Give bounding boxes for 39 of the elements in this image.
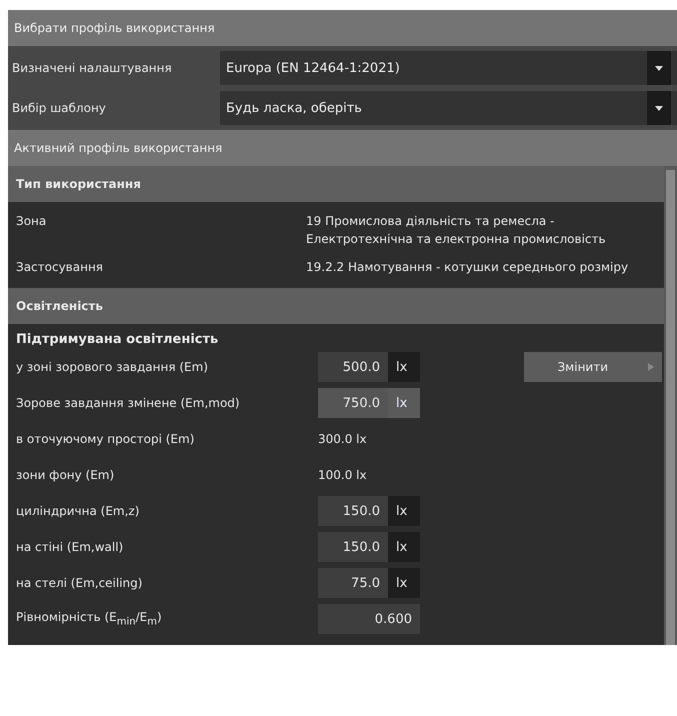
dropdown[interactable]: Будь ласка, оберіть [220,91,677,125]
field-label: Визначені налаштування [12,61,173,75]
scrollbar[interactable] [664,166,677,645]
unit-label: lx [388,568,420,598]
value-field[interactable]: 150.0 [318,532,388,562]
property-value: 19.2.2 Намотування - котушки середнього розміру [306,259,630,276]
property-label: циліндрична (Em,z) [16,504,140,518]
value-field[interactable]: 500.0 [318,352,388,382]
section-header: Тип використання [8,166,664,202]
section-header: Активний профіль використання [8,130,677,166]
value-field[interactable]: 0.600 [318,604,420,634]
unit-label: lx [388,532,420,562]
property-value: 100.0 lx [318,468,367,482]
property-label: у зоні зорового завдання (Em) [16,360,210,374]
property-label: Рівномірність (E$_{min}$/E$_{m}$) [16,610,163,628]
property-label: Застосування [16,259,104,276]
property-label: на стіні (Em,wall) [16,540,124,554]
value-field[interactable]: 75.0 [318,568,388,598]
section-header: Освітленість [8,288,664,324]
value-field[interactable]: 150.0 [318,496,388,526]
dropdown-arrow-icon [655,66,663,70]
unit-label: lx [388,496,420,526]
dropdown-arrow-icon [655,106,663,110]
dropdown[interactable]: Europa (EN 12464-1:2021) [220,51,677,85]
property-label: на стелі (Em,ceiling) [16,576,144,590]
property-label: зони фону (Em) [16,468,116,482]
field-label: Вибір шаблону [12,101,107,115]
property-label: Зорове завдання змінене (Em,mod) [16,396,241,410]
value-field[interactable]: 750.0 [318,388,388,418]
unit-label: lx [388,352,420,382]
property-value: 300.0 lx [318,432,367,446]
property-label: Зона [16,213,48,230]
subsection-title: Підтримувана освітленість [15,331,220,349]
property-label: в оточуючому просторі (Em) [16,432,196,446]
unit-label: lx [388,388,420,418]
section-header: Вибрати профіль використання [8,10,677,46]
caret-right-icon [648,363,654,371]
property-value: 19 Промислова діяльність та ремесла - Електротехнічна та електронна промисловість [306,213,607,248]
change-button[interactable]: Змінити [524,352,662,382]
